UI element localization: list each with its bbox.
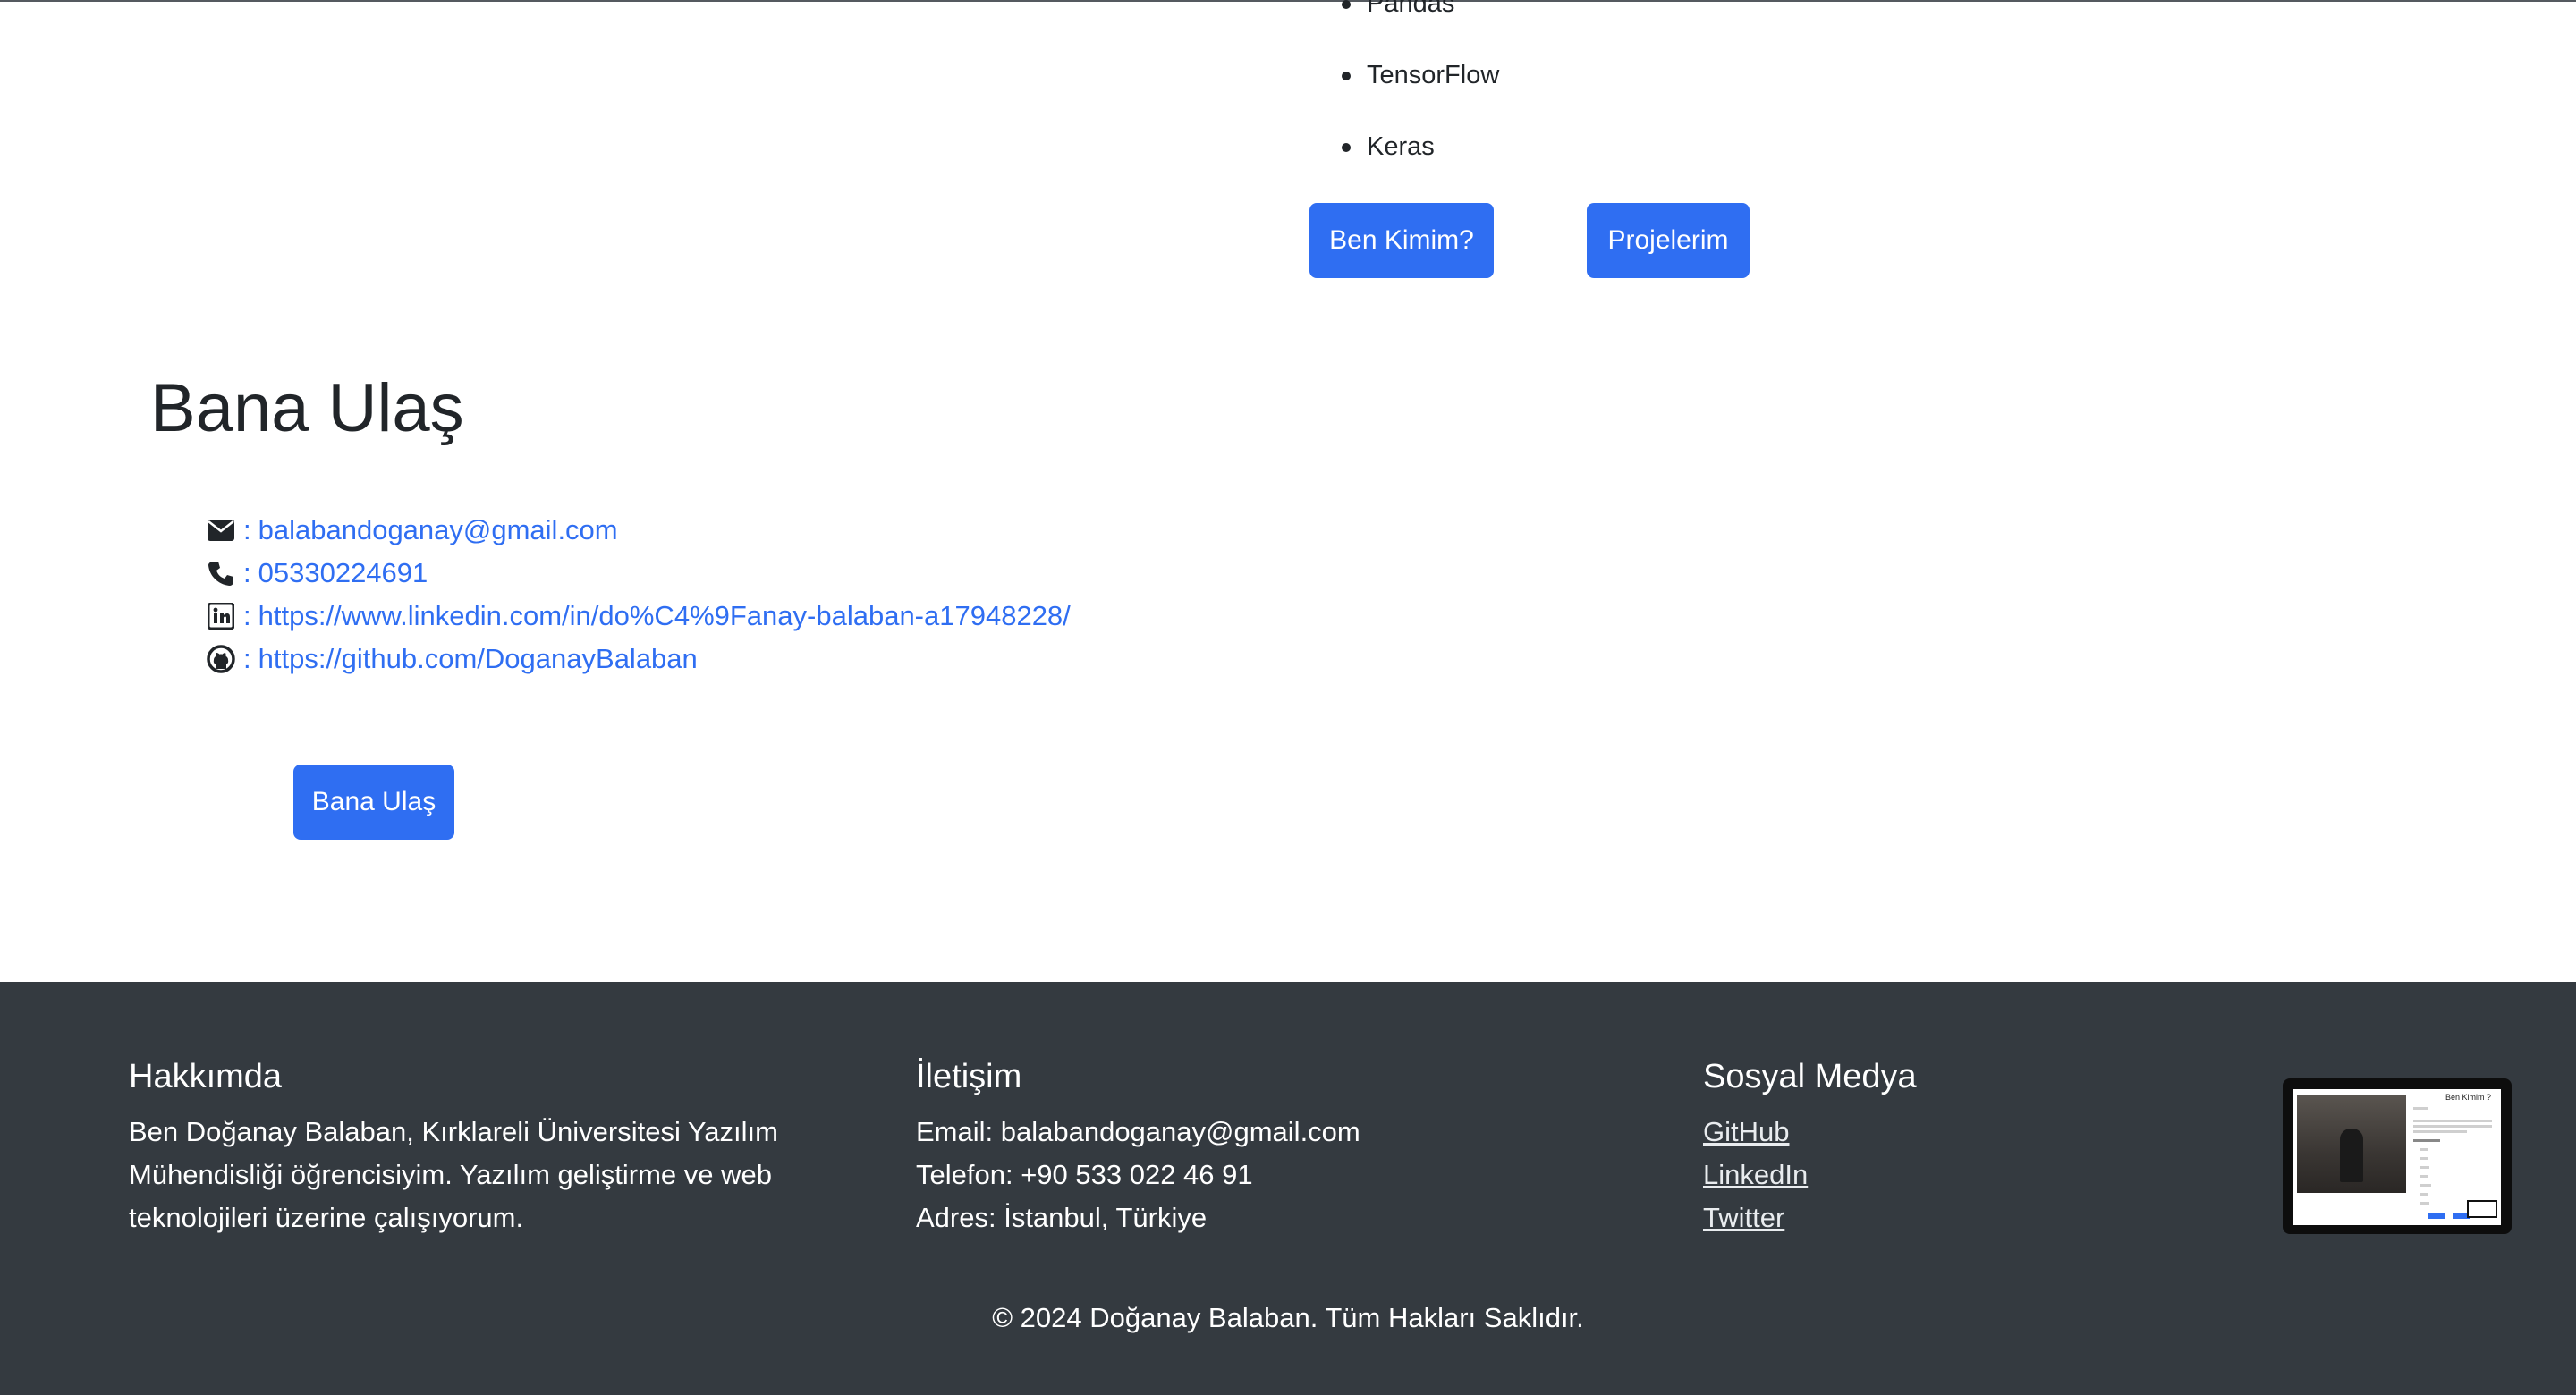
about-me-button[interactable]: Ben Kimim? <box>1309 203 1494 278</box>
footer-social: Sosyal Medya GitHub LinkedIn Twitter <box>1703 1055 2240 1239</box>
screenshot-thumbnail[interactable]: Ben Kimim ? <box>2283 1078 2512 1234</box>
contact-github-row: : https://github.com/DoganayBalaban <box>206 638 1071 681</box>
phone-link[interactable]: 05330224691 <box>258 557 428 589</box>
thumbnail-title: Ben Kimim ? <box>2445 1093 2492 1102</box>
top-divider <box>0 0 2576 2</box>
separator: : <box>243 514 251 545</box>
list-item: Pandas <box>1342 0 1499 20</box>
email-link[interactable]: balabandoganay@gmail.com <box>258 514 618 546</box>
page: Pandas TensorFlow Keras Ben Kimim? Proje… <box>0 0 2576 1395</box>
footer-address: Adres: İstanbul, Türkiye <box>916 1202 1208 1233</box>
thumbnail-line <box>2420 1193 2428 1196</box>
separator: : <box>243 600 251 631</box>
footer-linkedin-link[interactable]: LinkedIn <box>1703 1154 2240 1196</box>
contact-me-button[interactable]: Bana Ulaş <box>293 765 454 840</box>
linkedin-icon <box>206 601 236 631</box>
contact-list: : balabandoganay@gmail.com : 05330224691… <box>206 509 1071 681</box>
footer-contact-title: İletişim <box>916 1058 1022 1095</box>
thumbnail-line <box>2420 1175 2428 1178</box>
copyright-text: © 2024 Doğanay Balaban. Tüm Hakları Sakl… <box>992 1302 1584 1333</box>
footer-about-title: Hakkımda <box>129 1058 283 1095</box>
footer-twitter-link[interactable]: Twitter <box>1703 1196 2240 1239</box>
thumbnail-line <box>2420 1184 2431 1187</box>
contact-heading: Bana Ulaş <box>150 370 464 446</box>
thumbnail-content: Ben Kimim ? <box>2293 1089 2501 1225</box>
envelope-icon <box>206 515 236 545</box>
thumbnail-line <box>2420 1202 2429 1205</box>
footer-social-title: Sosyal Medya <box>1703 1058 1917 1095</box>
footer-about-text: Ben Doğanay Balaban, Kırklareli Üniversi… <box>129 1116 778 1233</box>
footer: Hakkımda Ben Doğanay Balaban, Kırklareli… <box>0 982 2576 1395</box>
thumbnail-line <box>2413 1107 2428 1110</box>
contact-linkedin-row: : https://www.linkedin.com/in/do%C4%9Fan… <box>206 595 1071 638</box>
footer-contact: İletişim Email: balabandoganay@gmail.com… <box>916 1055 1614 1239</box>
thumbnail-window-icon <box>2467 1200 2497 1218</box>
linkedin-link[interactable]: https://www.linkedin.com/in/do%C4%9Fanay… <box>258 600 1071 632</box>
github-icon <box>206 644 236 674</box>
github-link[interactable]: https://github.com/DoganayBalaban <box>258 643 698 675</box>
footer-github-link[interactable]: GitHub <box>1703 1111 2240 1154</box>
thumbnail-photo <box>2297 1095 2406 1193</box>
skills-list: Pandas TensorFlow Keras <box>1342 0 1499 202</box>
list-item: Keras <box>1342 131 1499 163</box>
separator: : <box>243 643 251 674</box>
contact-phone-row: : 05330224691 <box>206 552 1071 595</box>
thumbnail-line <box>2413 1120 2492 1122</box>
phone-icon <box>206 558 236 588</box>
footer-email: Email: balabandoganay@gmail.com <box>916 1116 1360 1147</box>
contact-email-row: : balabandoganay@gmail.com <box>206 509 1071 552</box>
thumbnail-line <box>2420 1148 2428 1151</box>
projects-button[interactable]: Projelerim <box>1587 203 1750 278</box>
separator: : <box>243 557 251 588</box>
thumbnail-line <box>2420 1166 2429 1169</box>
footer-phone: Telefon: +90 533 022 46 91 <box>916 1159 1253 1190</box>
thumbnail-line <box>2413 1139 2440 1142</box>
thumbnail-button <box>2428 1213 2445 1219</box>
list-item: TensorFlow <box>1342 59 1499 91</box>
thumbnail-line <box>2413 1125 2492 1128</box>
footer-about: Hakkımda Ben Doğanay Balaban, Kırklareli… <box>129 1055 826 1239</box>
thumbnail-line <box>2420 1157 2428 1160</box>
thumbnail-line <box>2413 1130 2467 1133</box>
